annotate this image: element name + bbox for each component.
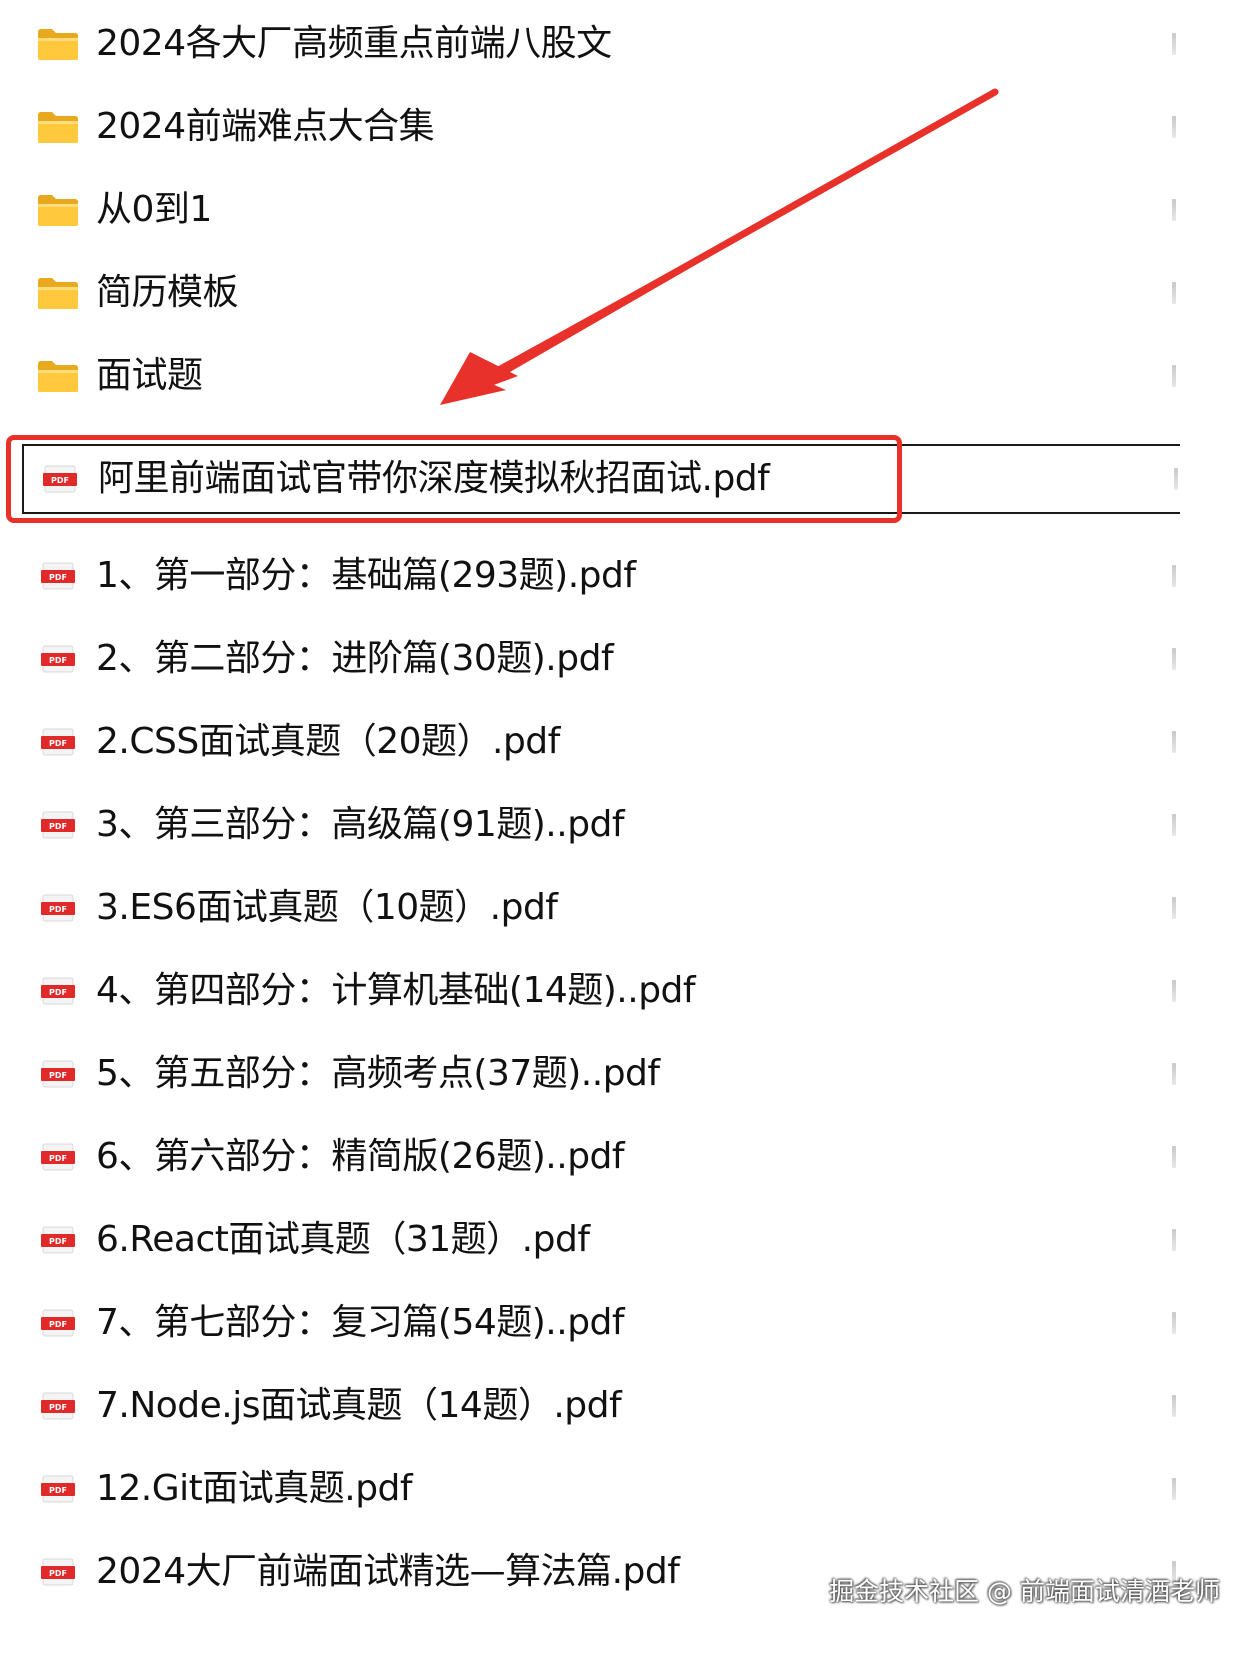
file-name: 6.React面试真题（31题）.pdf	[96, 1219, 590, 1260]
pdf-badge: PDF	[49, 1071, 67, 1080]
pdf-icon: PDF	[38, 463, 82, 495]
pdf-badge: PDF	[49, 1569, 67, 1578]
pdf-badge: PDF	[49, 656, 67, 665]
column-divider	[1172, 1478, 1176, 1500]
column-divider	[1172, 1063, 1176, 1085]
pdf-badge: PDF	[49, 1320, 67, 1329]
file-name: 7、第七部分：复习篇(54题)..pdf	[96, 1302, 625, 1343]
pdf-icon: PDF	[36, 726, 80, 758]
file-name: 2024前端难点大合集	[96, 106, 435, 147]
column-divider	[1172, 33, 1176, 55]
file-row-pdf-selected[interactable]: PDF 阿里前端面试官带你深度模拟秋招面试.pdf	[22, 444, 1180, 514]
pdf-icon: PDF	[36, 1556, 80, 1588]
file-name: 2、第二部分：进阶篇(30题).pdf	[96, 638, 614, 679]
file-name: 3、第三部分：高级篇(91题)..pdf	[96, 804, 625, 845]
column-divider	[1174, 468, 1178, 490]
pdf-badge: PDF	[49, 988, 67, 997]
file-row-pdf[interactable]: PDF 5、第五部分：高频考点(37题)..pdf	[0, 1030, 1180, 1118]
pdf-badge: PDF	[49, 1403, 67, 1412]
file-name: 1、第一部分：基础篇(293题).pdf	[96, 555, 636, 596]
file-row-pdf[interactable]: PDF 7、第七部分：复习篇(54题)..pdf	[0, 1279, 1180, 1367]
file-row-pdf[interactable]: PDF 3.ES6面试真题（10题）.pdf	[0, 864, 1180, 952]
pdf-icon: PDF	[36, 1473, 80, 1505]
pdf-badge: PDF	[49, 1486, 67, 1495]
file-name: 7.Node.js面试真题（14题）.pdf	[96, 1385, 622, 1426]
column-divider	[1172, 814, 1176, 836]
file-name: 3.ES6面试真题（10题）.pdf	[96, 887, 558, 928]
file-name: 2.CSS面试真题（20题）.pdf	[96, 721, 560, 762]
file-row-pdf[interactable]: PDF 4、第四部分：计算机基础(14题)..pdf	[0, 947, 1180, 1035]
pdf-badge: PDF	[49, 573, 67, 582]
pdf-badge: PDF	[49, 739, 67, 748]
column-divider	[1172, 731, 1176, 753]
column-divider	[1172, 1395, 1176, 1417]
file-row-folder[interactable]: 2024前端难点大合集	[0, 83, 1180, 171]
pdf-icon: PDF	[36, 560, 80, 592]
pdf-icon: PDF	[36, 809, 80, 841]
file-row-pdf[interactable]: PDF 6.React面试真题（31题）.pdf	[0, 1196, 1180, 1284]
file-row-pdf[interactable]: PDF 7.Node.js面试真题（14题）.pdf	[0, 1362, 1180, 1450]
file-name: 6、第六部分：精简版(26题)..pdf	[96, 1136, 625, 1177]
file-name: 12.Git面试真题.pdf	[96, 1468, 413, 1509]
pdf-icon: PDF	[36, 1307, 80, 1339]
pdf-icon: PDF	[36, 1390, 80, 1422]
column-divider	[1172, 1229, 1176, 1251]
file-row-folder[interactable]: 从0到1	[0, 166, 1180, 254]
pdf-badge: PDF	[49, 1154, 67, 1163]
folder-icon	[36, 194, 80, 226]
pdf-badge: PDF	[49, 905, 67, 914]
file-row-folder[interactable]: 面试题	[0, 332, 1180, 420]
pdf-badge: PDF	[51, 476, 69, 485]
file-row-folder[interactable]: 简历模板	[0, 249, 1180, 337]
pdf-icon: PDF	[36, 1058, 80, 1090]
column-divider	[1172, 199, 1176, 221]
folder-icon	[36, 360, 80, 392]
folder-icon	[36, 28, 80, 60]
column-divider	[1172, 565, 1176, 587]
pdf-icon: PDF	[36, 1141, 80, 1173]
file-row-folder[interactable]: 2024各大厂高频重点前端八股文	[0, 0, 1180, 88]
file-name: 4、第四部分：计算机基础(14题)..pdf	[96, 970, 696, 1011]
column-divider	[1172, 897, 1176, 919]
column-divider	[1172, 282, 1176, 304]
file-row-pdf[interactable]: PDF 6、第六部分：精简版(26题)..pdf	[0, 1113, 1180, 1201]
file-name: 阿里前端面试官带你深度模拟秋招面试.pdf	[98, 458, 770, 499]
file-name: 5、第五部分：高频考点(37题)..pdf	[96, 1053, 660, 1094]
pdf-badge: PDF	[49, 822, 67, 831]
file-row-pdf[interactable]: PDF 12.Git面试真题.pdf	[0, 1445, 1180, 1533]
file-name: 从0到1	[96, 189, 212, 230]
file-name: 2024各大厂高频重点前端八股文	[96, 23, 612, 64]
column-divider	[1172, 1146, 1176, 1168]
file-row-pdf[interactable]: PDF 2、第二部分：进阶篇(30题).pdf	[0, 615, 1180, 703]
column-divider	[1172, 1312, 1176, 1334]
folder-icon	[36, 111, 80, 143]
column-divider	[1172, 365, 1176, 387]
folder-icon	[36, 277, 80, 309]
file-row-pdf[interactable]: PDF 3、第三部分：高级篇(91题)..pdf	[0, 781, 1180, 869]
file-name: 简历模板	[96, 272, 239, 313]
file-name: 面试题	[96, 355, 203, 396]
pdf-icon: PDF	[36, 892, 80, 924]
pdf-icon: PDF	[36, 975, 80, 1007]
pdf-badge: PDF	[49, 1237, 67, 1246]
column-divider	[1172, 116, 1176, 138]
file-row-pdf[interactable]: PDF 1、第一部分：基础篇(293题).pdf	[0, 532, 1180, 620]
watermark: 掘金技术社区 @ 前端面试清酒老师	[829, 1577, 1220, 1606]
file-name: 2024大厂前端面试精选—算法篇.pdf	[96, 1551, 680, 1592]
file-row-pdf[interactable]: PDF 2.CSS面试真题（20题）.pdf	[0, 698, 1180, 786]
pdf-icon: PDF	[36, 1224, 80, 1256]
pdf-icon: PDF	[36, 643, 80, 675]
column-divider	[1172, 648, 1176, 670]
column-divider	[1172, 980, 1176, 1002]
